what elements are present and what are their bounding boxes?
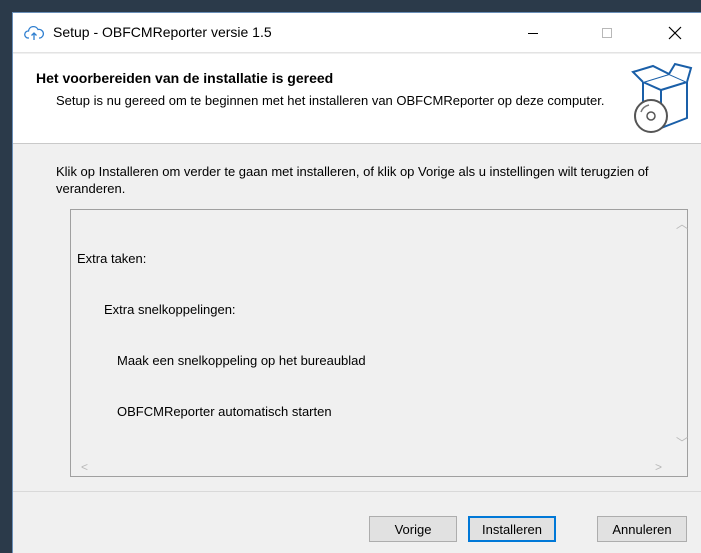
page-title: Het voorbereiden van de installatie is g… <box>36 70 334 86</box>
setup-window: Setup - OBFCMReporter versie 1.5 Het voo… <box>12 12 701 553</box>
close-button[interactable] <box>652 13 698 53</box>
horizontal-scrollbar[interactable]: < > <box>71 459 670 476</box>
cancel-button[interactable]: Annuleren <box>597 516 687 542</box>
close-icon <box>668 26 682 40</box>
page-subtitle: Setup is nu gereed om te beginnen met he… <box>56 93 605 108</box>
vertical-scrollbar[interactable]: ︿ ﹀ <box>670 210 688 459</box>
wizard-header: Het voorbereiden van de installatie is g… <box>13 54 701 144</box>
back-button[interactable]: Vorige <box>369 516 457 542</box>
minimize-icon <box>528 33 538 34</box>
ready-memo[interactable]: Extra taken: Extra snelkoppelingen: Maak… <box>70 209 688 477</box>
chevron-up-icon[interactable]: ︿ <box>676 218 688 230</box>
minimize-button[interactable] <box>510 13 556 53</box>
cloud-upload-icon <box>24 25 44 40</box>
memo-content: Extra taken: Extra snelkoppelingen: Maak… <box>77 216 366 454</box>
memo-line: Extra snelkoppelingen: <box>104 302 236 317</box>
memo-line: Extra taken: <box>77 251 147 266</box>
memo-line: Maak een snelkoppeling op het bureaublad <box>117 353 366 368</box>
instruction-text: Klik op Installeren om verder te gaan me… <box>56 164 649 196</box>
chevron-right-icon[interactable]: > <box>655 461 662 473</box>
maximize-button[interactable] <box>584 13 630 53</box>
divider <box>13 491 701 492</box>
chevron-down-icon[interactable]: ﹀ <box>676 437 688 449</box>
install-box-icon <box>631 62 693 133</box>
install-button[interactable]: Installeren <box>468 516 556 542</box>
memo-line: OBFCMReporter automatisch starten <box>117 404 332 419</box>
maximize-icon <box>602 28 612 38</box>
chevron-left-icon[interactable]: < <box>81 461 88 473</box>
title-bar[interactable]: Setup - OBFCMReporter versie 1.5 <box>13 13 701 53</box>
window-title: Setup - OBFCMReporter versie 1.5 <box>53 24 272 40</box>
